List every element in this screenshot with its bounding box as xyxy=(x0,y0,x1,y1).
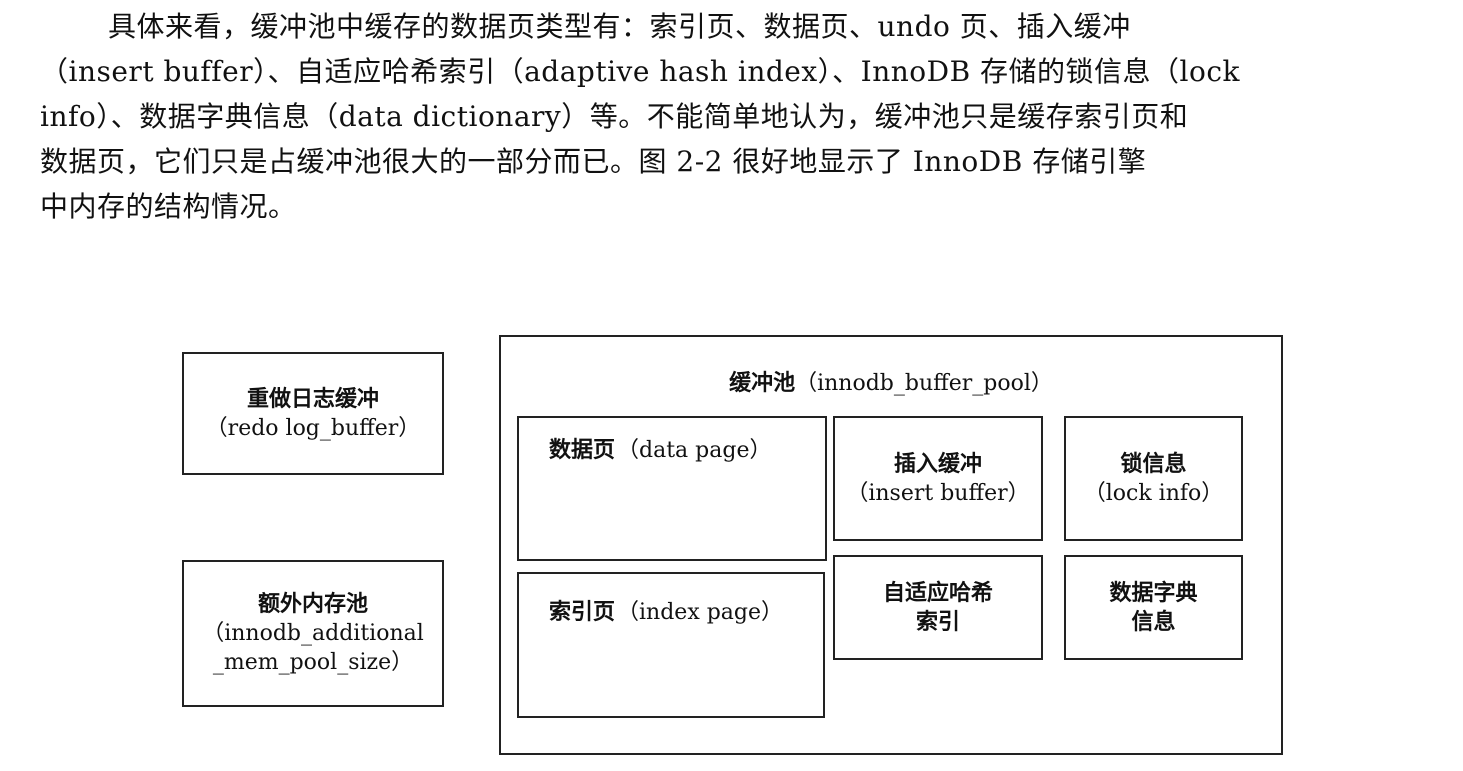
paragraph-line: info）、数据字典信息（data dictionary）等。不能简单地认为，缓… xyxy=(40,100,1189,133)
paragraph-line: 中内存的结构情况。 xyxy=(40,190,297,223)
data-page-title: 数据页 xyxy=(549,437,616,463)
additional-mem-pool-title: 额外内存池 xyxy=(257,591,368,617)
additional-mem-pool-subtitle-2: _mem_pool_size） xyxy=(212,650,414,675)
additional-mem-pool-subtitle-1: （innodb_additional xyxy=(202,621,424,646)
lock-info-subtitle: （lock info） xyxy=(1083,480,1224,506)
index-page-subtitle: （index page） xyxy=(617,600,784,625)
buffer-pool-title-en: （innodb_buffer_pool） xyxy=(795,371,1053,396)
data-dictionary-box: 数据字典 信息 xyxy=(1064,555,1243,660)
paragraph-line: （insert buffer）、自适应哈希索引（adaptive hash in… xyxy=(40,55,1241,88)
redo-log-buffer-box: 重做日志缓冲 （redo log_buffer） xyxy=(182,352,444,475)
lock-info-box: 锁信息 （lock info） xyxy=(1064,416,1243,541)
index-page-title: 索引页 xyxy=(549,599,616,625)
lock-info-title: 锁信息 xyxy=(1120,450,1187,477)
redo-log-buffer-subtitle: （redo log_buffer） xyxy=(205,415,421,441)
buffer-pool-title: 缓冲池（innodb_buffer_pool） xyxy=(500,365,1282,397)
data-dictionary-line2: 信息 xyxy=(1131,608,1176,635)
redo-log-buffer-title: 重做日志缓冲 xyxy=(246,385,379,412)
insert-buffer-title: 插入缓冲 xyxy=(893,450,982,477)
insert-buffer-subtitle: （insert buffer） xyxy=(846,480,1030,506)
adaptive-hash-index-box: 自适应哈希 索引 xyxy=(833,555,1043,660)
insert-buffer-box: 插入缓冲 （insert buffer） xyxy=(833,416,1043,541)
paragraph-line: 数据页，它们只是占缓冲池很大的一部分而已。图 2-2 很好地显示了 InnoDB… xyxy=(40,145,1147,178)
adaptive-hash-index-line2: 索引 xyxy=(915,608,960,635)
buffer-pool-title-cn: 缓冲池 xyxy=(729,370,796,396)
adaptive-hash-index-line1: 自适应哈希 xyxy=(882,579,993,606)
body-paragraph: 具体来看，缓冲池中缓存的数据页类型有：索引页、数据页、undo 页、插入缓冲 （… xyxy=(40,4,1440,229)
additional-mem-pool-box: 额外内存池 （innodb_additional _mem_pool_size） xyxy=(182,560,444,707)
data-dictionary-line1: 数据字典 xyxy=(1109,579,1198,606)
index-page-box: 索引页 （index page） xyxy=(517,572,825,718)
paragraph-line: 具体来看，缓冲池中缓存的数据页类型有：索引页、数据页、undo 页、插入缓冲 xyxy=(108,10,1131,43)
data-page-box: 数据页 （data page） xyxy=(517,416,827,561)
data-page-subtitle: （data page） xyxy=(617,438,772,463)
